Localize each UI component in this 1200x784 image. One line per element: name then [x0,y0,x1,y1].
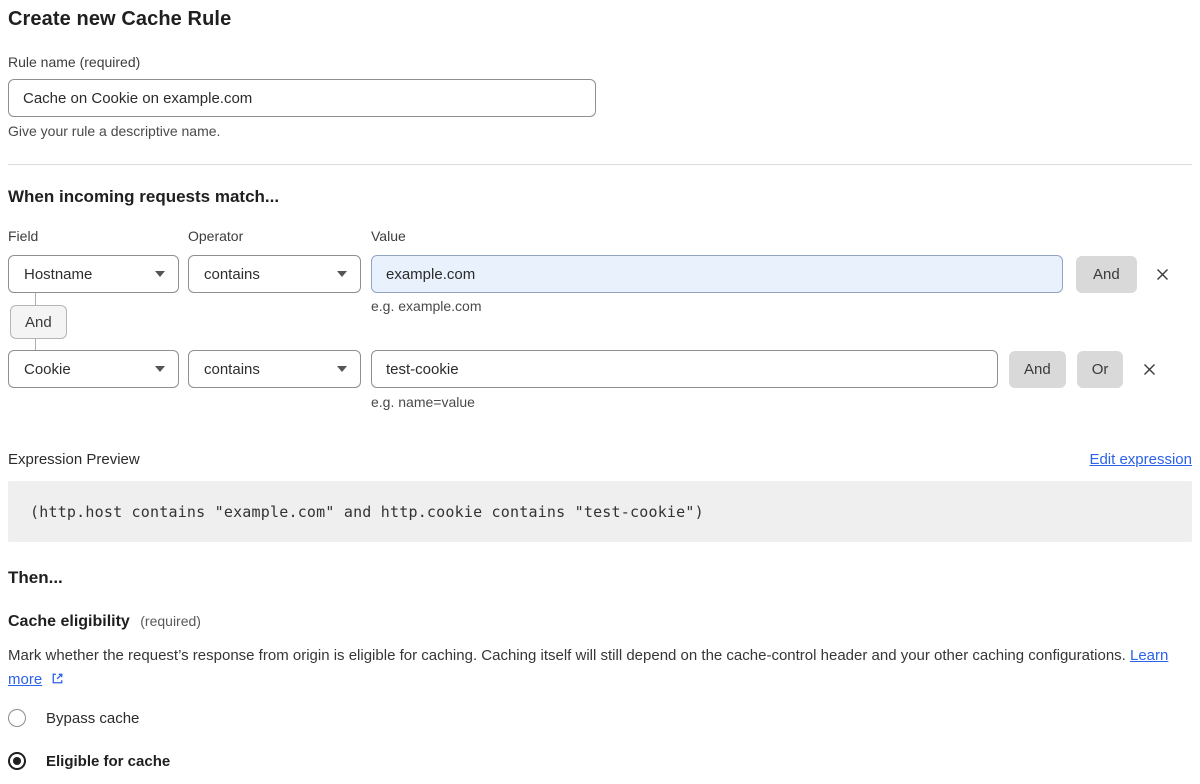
operator-select-row1[interactable]: contains [188,255,361,293]
field-select-row1-value: Hostname [24,266,92,283]
field-column-label: Field [8,228,179,244]
then-heading: Then... [8,568,1192,588]
radio-selected-icon [8,752,26,770]
rule-name-label: Rule name (required) [8,54,1192,70]
radio-option-eligible-for-cache[interactable]: Eligible for cache [8,752,1192,770]
expression-preview-header: Expression Preview Edit expression [8,451,1192,468]
page-title: Create new Cache Rule [8,8,1192,31]
create-cache-rule-page: Create new Cache Rule Rule name (require… [0,0,1200,770]
chevron-down-icon [155,271,165,277]
condition-column-labels: Field Operator Value [8,228,1192,244]
field-select-row2-value: Cookie [24,361,71,378]
rule-name-input[interactable] [8,79,596,117]
expression-preview-block: (http.host contains "example.com" and ht… [8,481,1192,542]
operator-select-row1-value: contains [204,266,260,283]
chevron-down-icon [337,366,347,372]
section-divider [8,164,1192,165]
chevron-down-icon [337,271,347,277]
radio-option-label: Bypass cache [46,710,139,727]
cache-eligibility-required-note: (required) [140,613,201,629]
expression-preview-code: (http.host contains "example.com" and ht… [30,503,704,521]
cache-eligibility-description: Mark whether the request’s response from… [8,644,1192,692]
condition-connector-block: And e.g. example.com [8,293,1192,350]
close-icon [1153,265,1172,284]
cache-eligibility-heading: Cache eligibility (required) [8,613,1192,631]
value-hint-row2: e.g. name=value [371,394,1192,410]
expression-preview-label: Expression Preview [8,451,140,468]
value-input-row1[interactable] [371,255,1063,293]
radio-option-bypass-cache[interactable]: Bypass cache [8,709,1192,727]
field-select-row1[interactable]: Hostname [8,255,179,293]
radio-option-label: Eligible for cache [46,753,170,770]
connector-line-bottom [35,339,36,350]
connector-and-chip[interactable]: And [10,305,67,339]
connector-line-top [35,293,36,305]
description-text: Mark whether the request’s response from… [8,647,1130,664]
rule-name-helper: Give your rule a descriptive name. [8,123,1192,139]
add-and-condition-row1-button[interactable]: And [1076,256,1137,293]
edit-expression-link[interactable]: Edit expression [1089,451,1192,468]
field-select-row2[interactable]: Cookie [8,350,179,388]
cache-eligibility-title: Cache eligibility [8,613,130,630]
value-column-label: Value [371,228,406,244]
remove-condition-row1-button[interactable] [1146,257,1180,291]
external-link-icon [50,671,65,686]
add-and-condition-row2-button[interactable]: And [1009,351,1066,388]
add-or-condition-row2-button[interactable]: Or [1077,351,1124,388]
close-icon [1140,360,1159,379]
condition-row-2: Cookie contains And Or [8,350,1192,388]
radio-unselected-icon [8,709,26,727]
operator-column-label: Operator [188,228,361,244]
remove-condition-row2-button[interactable] [1132,352,1166,386]
operator-select-row2[interactable]: contains [188,350,361,388]
value-input-row2[interactable] [371,350,998,388]
condition-row-1: Hostname contains And [8,255,1192,293]
chevron-down-icon [155,366,165,372]
value-hint-row1: e.g. example.com [371,298,482,314]
operator-select-row2-value: contains [204,361,260,378]
match-heading: When incoming requests match... [8,187,1192,207]
